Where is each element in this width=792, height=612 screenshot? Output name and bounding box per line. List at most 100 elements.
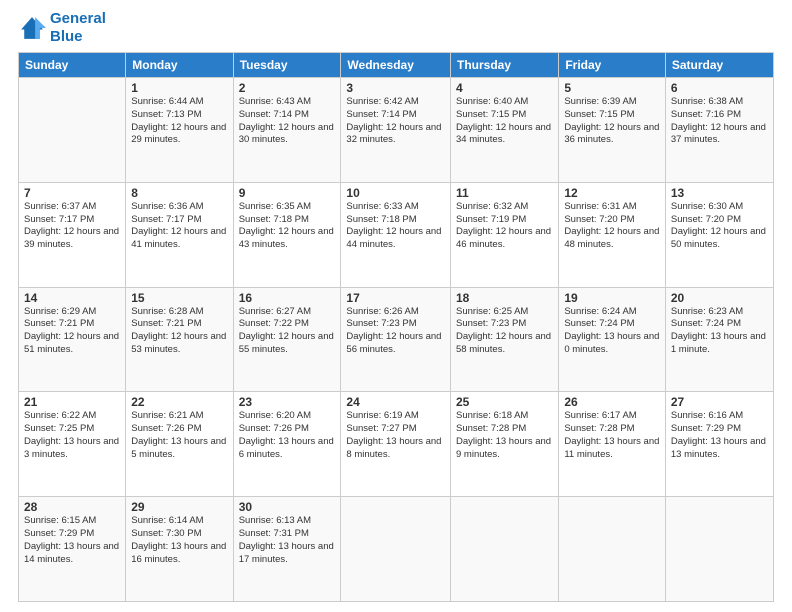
calendar-cell: 28Sunrise: 6:15 AMSunset: 7:29 PMDayligh… — [19, 497, 126, 602]
cell-info: Sunrise: 6:40 AMSunset: 7:15 PMDaylight:… — [456, 96, 553, 147]
calendar-cell: 14Sunrise: 6:29 AMSunset: 7:21 PMDayligh… — [19, 287, 126, 392]
calendar-week-row: 28Sunrise: 6:15 AMSunset: 7:29 PMDayligh… — [19, 497, 774, 602]
cell-info: Sunrise: 6:19 AMSunset: 7:27 PMDaylight:… — [346, 410, 445, 461]
calendar-cell: 22Sunrise: 6:21 AMSunset: 7:26 PMDayligh… — [126, 392, 233, 497]
day-number: 7 — [24, 186, 120, 200]
header: General Blue — [18, 10, 774, 46]
calendar-cell: 5Sunrise: 6:39 AMSunset: 7:15 PMDaylight… — [559, 78, 666, 183]
calendar-table: SundayMondayTuesdayWednesdayThursdayFrid… — [18, 52, 774, 602]
logo-text: General Blue — [50, 10, 106, 46]
calendar-cell: 26Sunrise: 6:17 AMSunset: 7:28 PMDayligh… — [559, 392, 666, 497]
calendar-cell: 25Sunrise: 6:18 AMSunset: 7:28 PMDayligh… — [451, 392, 559, 497]
calendar-cell: 13Sunrise: 6:30 AMSunset: 7:20 PMDayligh… — [665, 182, 773, 287]
cell-info: Sunrise: 6:25 AMSunset: 7:23 PMDaylight:… — [456, 306, 553, 357]
day-number: 26 — [564, 395, 660, 409]
cell-info: Sunrise: 6:18 AMSunset: 7:28 PMDaylight:… — [456, 410, 553, 461]
day-number: 14 — [24, 291, 120, 305]
cell-info: Sunrise: 6:26 AMSunset: 7:23 PMDaylight:… — [346, 306, 445, 357]
logo-icon — [18, 14, 46, 42]
calendar-cell: 12Sunrise: 6:31 AMSunset: 7:20 PMDayligh… — [559, 182, 666, 287]
day-number: 4 — [456, 81, 553, 95]
calendar-cell: 29Sunrise: 6:14 AMSunset: 7:30 PMDayligh… — [126, 497, 233, 602]
calendar-cell: 21Sunrise: 6:22 AMSunset: 7:25 PMDayligh… — [19, 392, 126, 497]
day-number: 8 — [131, 186, 227, 200]
day-number: 10 — [346, 186, 445, 200]
cell-info: Sunrise: 6:32 AMSunset: 7:19 PMDaylight:… — [456, 201, 553, 252]
day-header-wednesday: Wednesday — [341, 53, 451, 78]
cell-info: Sunrise: 6:23 AMSunset: 7:24 PMDaylight:… — [671, 306, 768, 357]
cell-info: Sunrise: 6:42 AMSunset: 7:14 PMDaylight:… — [346, 96, 445, 147]
day-number: 5 — [564, 81, 660, 95]
calendar-cell: 19Sunrise: 6:24 AMSunset: 7:24 PMDayligh… — [559, 287, 666, 392]
calendar-cell — [559, 497, 666, 602]
calendar-cell: 27Sunrise: 6:16 AMSunset: 7:29 PMDayligh… — [665, 392, 773, 497]
cell-info: Sunrise: 6:24 AMSunset: 7:24 PMDaylight:… — [564, 306, 660, 357]
calendar-cell: 11Sunrise: 6:32 AMSunset: 7:19 PMDayligh… — [451, 182, 559, 287]
cell-info: Sunrise: 6:28 AMSunset: 7:21 PMDaylight:… — [131, 306, 227, 357]
cell-info: Sunrise: 6:20 AMSunset: 7:26 PMDaylight:… — [239, 410, 336, 461]
cell-info: Sunrise: 6:35 AMSunset: 7:18 PMDaylight:… — [239, 201, 336, 252]
day-header-friday: Friday — [559, 53, 666, 78]
cell-info: Sunrise: 6:37 AMSunset: 7:17 PMDaylight:… — [24, 201, 120, 252]
day-number: 25 — [456, 395, 553, 409]
calendar-week-row: 1Sunrise: 6:44 AMSunset: 7:13 PMDaylight… — [19, 78, 774, 183]
day-header-monday: Monday — [126, 53, 233, 78]
cell-info: Sunrise: 6:38 AMSunset: 7:16 PMDaylight:… — [671, 96, 768, 147]
day-number: 28 — [24, 500, 120, 514]
calendar-cell: 10Sunrise: 6:33 AMSunset: 7:18 PMDayligh… — [341, 182, 451, 287]
day-number: 15 — [131, 291, 227, 305]
calendar-cell: 4Sunrise: 6:40 AMSunset: 7:15 PMDaylight… — [451, 78, 559, 183]
day-number: 29 — [131, 500, 227, 514]
calendar-cell — [451, 497, 559, 602]
day-number: 22 — [131, 395, 227, 409]
day-number: 20 — [671, 291, 768, 305]
calendar-cell: 16Sunrise: 6:27 AMSunset: 7:22 PMDayligh… — [233, 287, 341, 392]
calendar-cell — [665, 497, 773, 602]
cell-info: Sunrise: 6:16 AMSunset: 7:29 PMDaylight:… — [671, 410, 768, 461]
calendar-cell: 18Sunrise: 6:25 AMSunset: 7:23 PMDayligh… — [451, 287, 559, 392]
day-header-sunday: Sunday — [19, 53, 126, 78]
day-number: 9 — [239, 186, 336, 200]
day-number: 3 — [346, 81, 445, 95]
cell-info: Sunrise: 6:44 AMSunset: 7:13 PMDaylight:… — [131, 96, 227, 147]
cell-info: Sunrise: 6:17 AMSunset: 7:28 PMDaylight:… — [564, 410, 660, 461]
calendar-cell: 17Sunrise: 6:26 AMSunset: 7:23 PMDayligh… — [341, 287, 451, 392]
day-number: 13 — [671, 186, 768, 200]
cell-info: Sunrise: 6:21 AMSunset: 7:26 PMDaylight:… — [131, 410, 227, 461]
cell-info: Sunrise: 6:22 AMSunset: 7:25 PMDaylight:… — [24, 410, 120, 461]
day-number: 18 — [456, 291, 553, 305]
day-number: 30 — [239, 500, 336, 514]
calendar-cell — [19, 78, 126, 183]
cell-info: Sunrise: 6:27 AMSunset: 7:22 PMDaylight:… — [239, 306, 336, 357]
calendar-cell: 9Sunrise: 6:35 AMSunset: 7:18 PMDaylight… — [233, 182, 341, 287]
cell-info: Sunrise: 6:30 AMSunset: 7:20 PMDaylight:… — [671, 201, 768, 252]
calendar-cell: 24Sunrise: 6:19 AMSunset: 7:27 PMDayligh… — [341, 392, 451, 497]
cell-info: Sunrise: 6:43 AMSunset: 7:14 PMDaylight:… — [239, 96, 336, 147]
calendar-cell: 7Sunrise: 6:37 AMSunset: 7:17 PMDaylight… — [19, 182, 126, 287]
cell-info: Sunrise: 6:39 AMSunset: 7:15 PMDaylight:… — [564, 96, 660, 147]
calendar-week-row: 21Sunrise: 6:22 AMSunset: 7:25 PMDayligh… — [19, 392, 774, 497]
calendar-week-row: 7Sunrise: 6:37 AMSunset: 7:17 PMDaylight… — [19, 182, 774, 287]
calendar-cell: 20Sunrise: 6:23 AMSunset: 7:24 PMDayligh… — [665, 287, 773, 392]
day-number: 1 — [131, 81, 227, 95]
calendar-header-row: SundayMondayTuesdayWednesdayThursdayFrid… — [19, 53, 774, 78]
day-header-thursday: Thursday — [451, 53, 559, 78]
day-number: 11 — [456, 186, 553, 200]
cell-info: Sunrise: 6:31 AMSunset: 7:20 PMDaylight:… — [564, 201, 660, 252]
calendar-cell: 1Sunrise: 6:44 AMSunset: 7:13 PMDaylight… — [126, 78, 233, 183]
day-number: 6 — [671, 81, 768, 95]
day-header-tuesday: Tuesday — [233, 53, 341, 78]
day-number: 2 — [239, 81, 336, 95]
calendar-cell: 2Sunrise: 6:43 AMSunset: 7:14 PMDaylight… — [233, 78, 341, 183]
logo: General Blue — [18, 10, 106, 46]
calendar-week-row: 14Sunrise: 6:29 AMSunset: 7:21 PMDayligh… — [19, 287, 774, 392]
cell-info: Sunrise: 6:15 AMSunset: 7:29 PMDaylight:… — [24, 515, 120, 566]
cell-info: Sunrise: 6:29 AMSunset: 7:21 PMDaylight:… — [24, 306, 120, 357]
calendar-cell: 8Sunrise: 6:36 AMSunset: 7:17 PMDaylight… — [126, 182, 233, 287]
day-number: 17 — [346, 291, 445, 305]
page: General Blue SundayMondayTuesdayWednesda… — [0, 0, 792, 612]
calendar-cell: 3Sunrise: 6:42 AMSunset: 7:14 PMDaylight… — [341, 78, 451, 183]
day-number: 24 — [346, 395, 445, 409]
day-number: 27 — [671, 395, 768, 409]
day-number: 12 — [564, 186, 660, 200]
